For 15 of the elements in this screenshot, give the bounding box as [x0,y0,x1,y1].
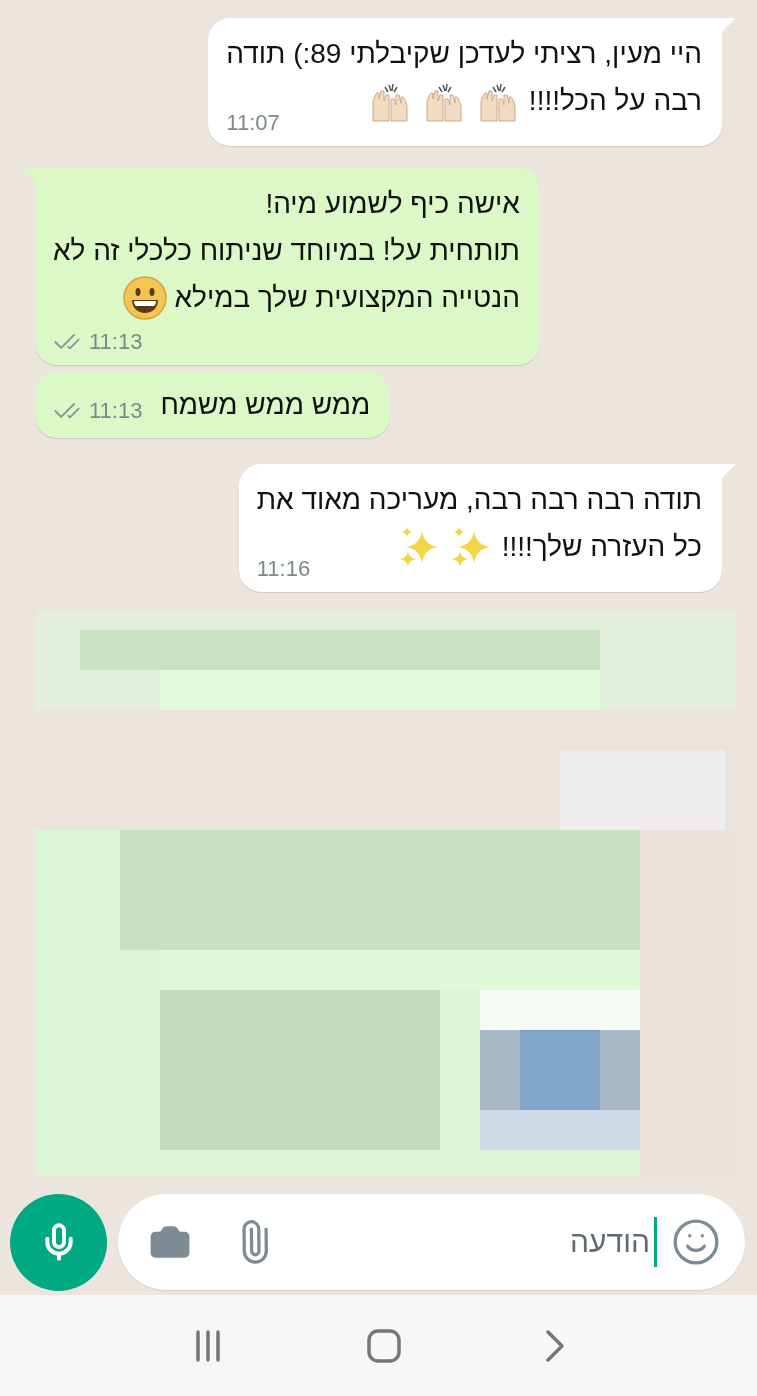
message-text: הנטייה המקצועית שלך במילא [174,281,520,315]
message-text: תותחית על! במיוחד שניתוח כלכלי זה לא [53,234,520,268]
grinning-face-icon [122,274,169,321]
message-time: 11:16 [256,556,311,582]
message-text: רבה על הכל!!!! [528,84,702,118]
message-text: אישה כיף לשמוע מיה! [265,187,520,221]
message-text: ממש ממש משמח [160,388,371,422]
message-time: 11:13 [89,397,143,424]
message-text: היי מעין, רציתי לעדכן שקיבלתי 89:) תודה [226,37,702,71]
text-cursor [654,1217,657,1267]
message-text: תודה רבה רבה רבה, מעריכה מאוד את [256,483,702,517]
message-time: 11:07 [226,110,280,136]
message-time: 11:13 [89,329,143,355]
message-input-field[interactable]: הודעה [290,1224,652,1260]
message-text: כל העזרה שלך!!!! [501,530,702,564]
